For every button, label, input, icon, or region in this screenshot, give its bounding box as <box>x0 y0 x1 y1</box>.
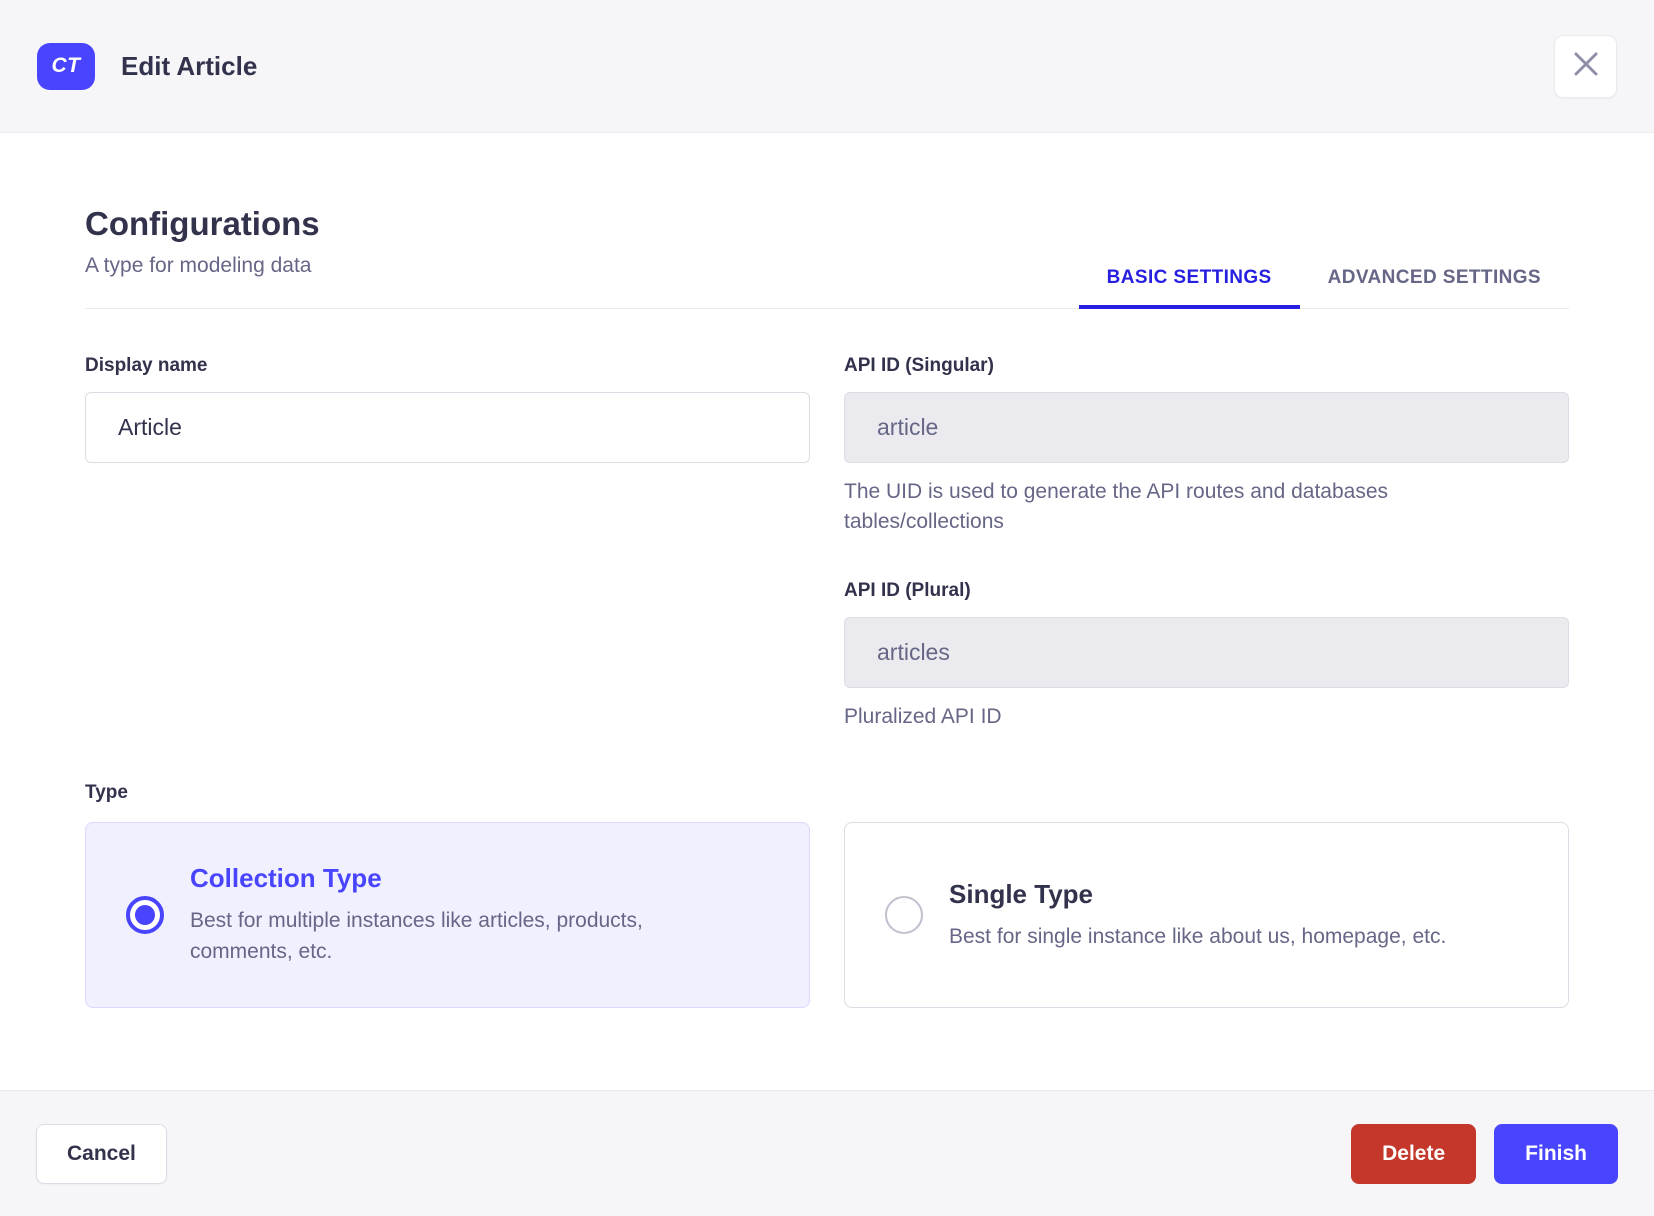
close-icon <box>1573 51 1599 82</box>
display-name-input[interactable] <box>85 392 810 463</box>
api-id-singular-field-group: API ID (Singular) The UID is used to gen… <box>844 355 1569 538</box>
collection-type-title: Collection Type <box>190 863 382 894</box>
type-options: Collection Type Best for multiple instan… <box>85 822 1569 1009</box>
form-right-column: API ID (Singular) The UID is used to gen… <box>844 355 1569 732</box>
tab-advanced-settings[interactable]: ADVANCED SETTINGS <box>1300 251 1569 309</box>
single-type-text: Single Type Best for single instance lik… <box>949 879 1446 952</box>
display-name-field-group: Display name <box>85 355 810 463</box>
type-option-single-type[interactable]: Single Type Best for single instance lik… <box>844 822 1569 1009</box>
configurations-title-block: Configurations A type for modeling data <box>85 205 320 308</box>
configurations-header-row: Configurations A type for modeling data … <box>85 205 1569 309</box>
close-button[interactable] <box>1554 34 1617 98</box>
page-title: Configurations <box>85 205 320 242</box>
modal-title: Edit Article <box>121 50 258 81</box>
single-type-title: Single Type <box>949 878 1093 909</box>
modal-footer: Cancel Delete Finish <box>0 1090 1654 1216</box>
api-id-singular-label: API ID (Singular) <box>844 355 994 376</box>
tab-basic-settings[interactable]: BASIC SETTINGS <box>1078 251 1300 309</box>
api-id-plural-input <box>844 616 1569 688</box>
radio-collection-type[interactable] <box>126 896 164 935</box>
footer-actions: Delete Finish <box>1351 1123 1618 1184</box>
type-option-collection-type[interactable]: Collection Type Best for multiple instan… <box>85 822 810 1009</box>
finish-button[interactable]: Finish <box>1494 1123 1618 1184</box>
collection-type-description: Best for multiple instances like article… <box>190 909 643 963</box>
modal-body: Configurations A type for modeling data … <box>0 133 1654 1090</box>
modal-header: CT Edit Article <box>0 0 1654 133</box>
api-id-plural-label: API ID (Plural) <box>844 579 971 601</box>
collection-type-text: Collection Type Best for multiple instan… <box>190 863 735 967</box>
page-subtitle: A type for modeling data <box>85 254 312 277</box>
api-id-plural-field-group: API ID (Plural) Pluralized API ID <box>844 580 1569 732</box>
api-id-singular-hint: The UID is used to generate the API rout… <box>844 480 1389 534</box>
display-name-label: Display name <box>85 355 208 376</box>
type-section: Type Collection Type Best for multiple i… <box>85 782 1569 1009</box>
content-type-badge: CT <box>37 42 95 90</box>
cancel-button[interactable]: Cancel <box>36 1123 167 1184</box>
content-type-badge-label: CT <box>51 54 81 77</box>
api-id-plural-hint: Pluralized API ID <box>844 704 1002 728</box>
api-id-singular-input <box>844 392 1569 463</box>
settings-tabs: BASIC SETTINGS ADVANCED SETTINGS <box>1078 251 1569 309</box>
radio-single-type[interactable] <box>885 896 923 935</box>
form-left-column: Display name <box>85 355 810 732</box>
single-type-description: Best for single instance like about us, … <box>949 924 1447 948</box>
configuration-form: Display name API ID (Singular) The UID i… <box>85 355 1569 732</box>
type-label: Type <box>85 782 128 804</box>
delete-button[interactable]: Delete <box>1351 1123 1477 1184</box>
